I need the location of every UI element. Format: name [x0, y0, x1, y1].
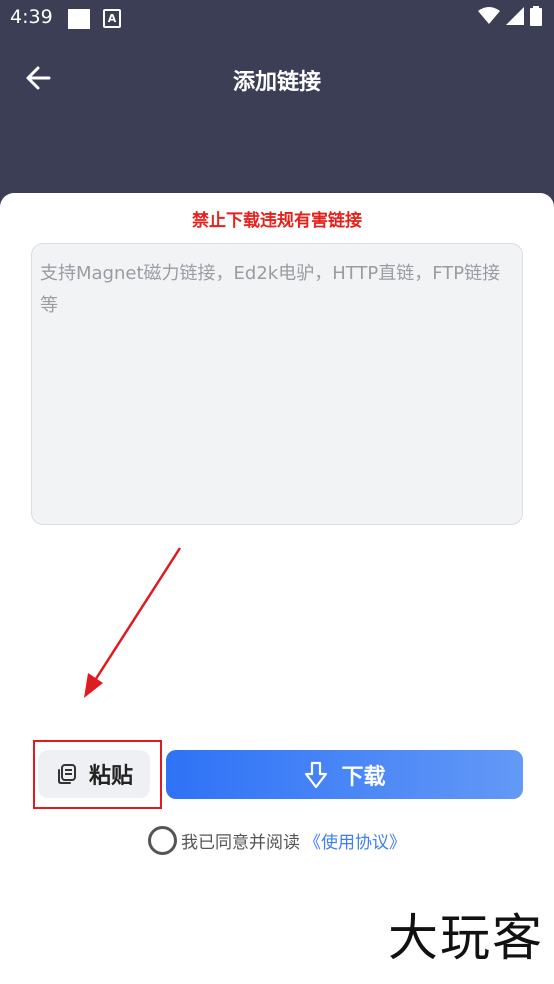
wifi-icon [478, 7, 500, 24]
annotation-arrow [84, 547, 182, 698]
watermark-logo: 大玩客 [388, 909, 544, 967]
status-icons [478, 6, 542, 26]
notification-a-icon: A [103, 9, 121, 28]
cell-signal-icon [506, 7, 524, 25]
status-time: 4:39 [10, 6, 53, 28]
page-title: 添加链接 [232, 70, 321, 95]
status-bar: 4:39 A [0, 0, 554, 38]
paste-button[interactable]: 粘贴 [38, 750, 150, 798]
agreement-row: 我已同意并阅读 《使用协议》 [0, 826, 554, 855]
clipboard-icon [57, 764, 76, 784]
warning-text: 禁止下载违规有害链接 [192, 211, 362, 231]
download-button-label: 下载 [341, 764, 386, 790]
agreement-text: 我已同意并阅读 [181, 833, 300, 853]
battery-icon [530, 6, 542, 26]
download-arrow-icon [305, 761, 328, 788]
link-input[interactable] [31, 243, 523, 525]
add-link-sheet: 禁止下载违规有害链接 粘贴 下载 我已同意并阅读 《使用协议》 大玩客 [0, 193, 554, 984]
notification-square-icon [68, 9, 90, 29]
download-button[interactable]: 下载 [166, 750, 523, 799]
terms-link[interactable]: 《使用协议》 [304, 828, 406, 853]
agree-radio[interactable] [148, 826, 177, 855]
paste-button-label: 粘贴 [88, 764, 133, 789]
app-bar: 添加链接 [0, 50, 554, 106]
